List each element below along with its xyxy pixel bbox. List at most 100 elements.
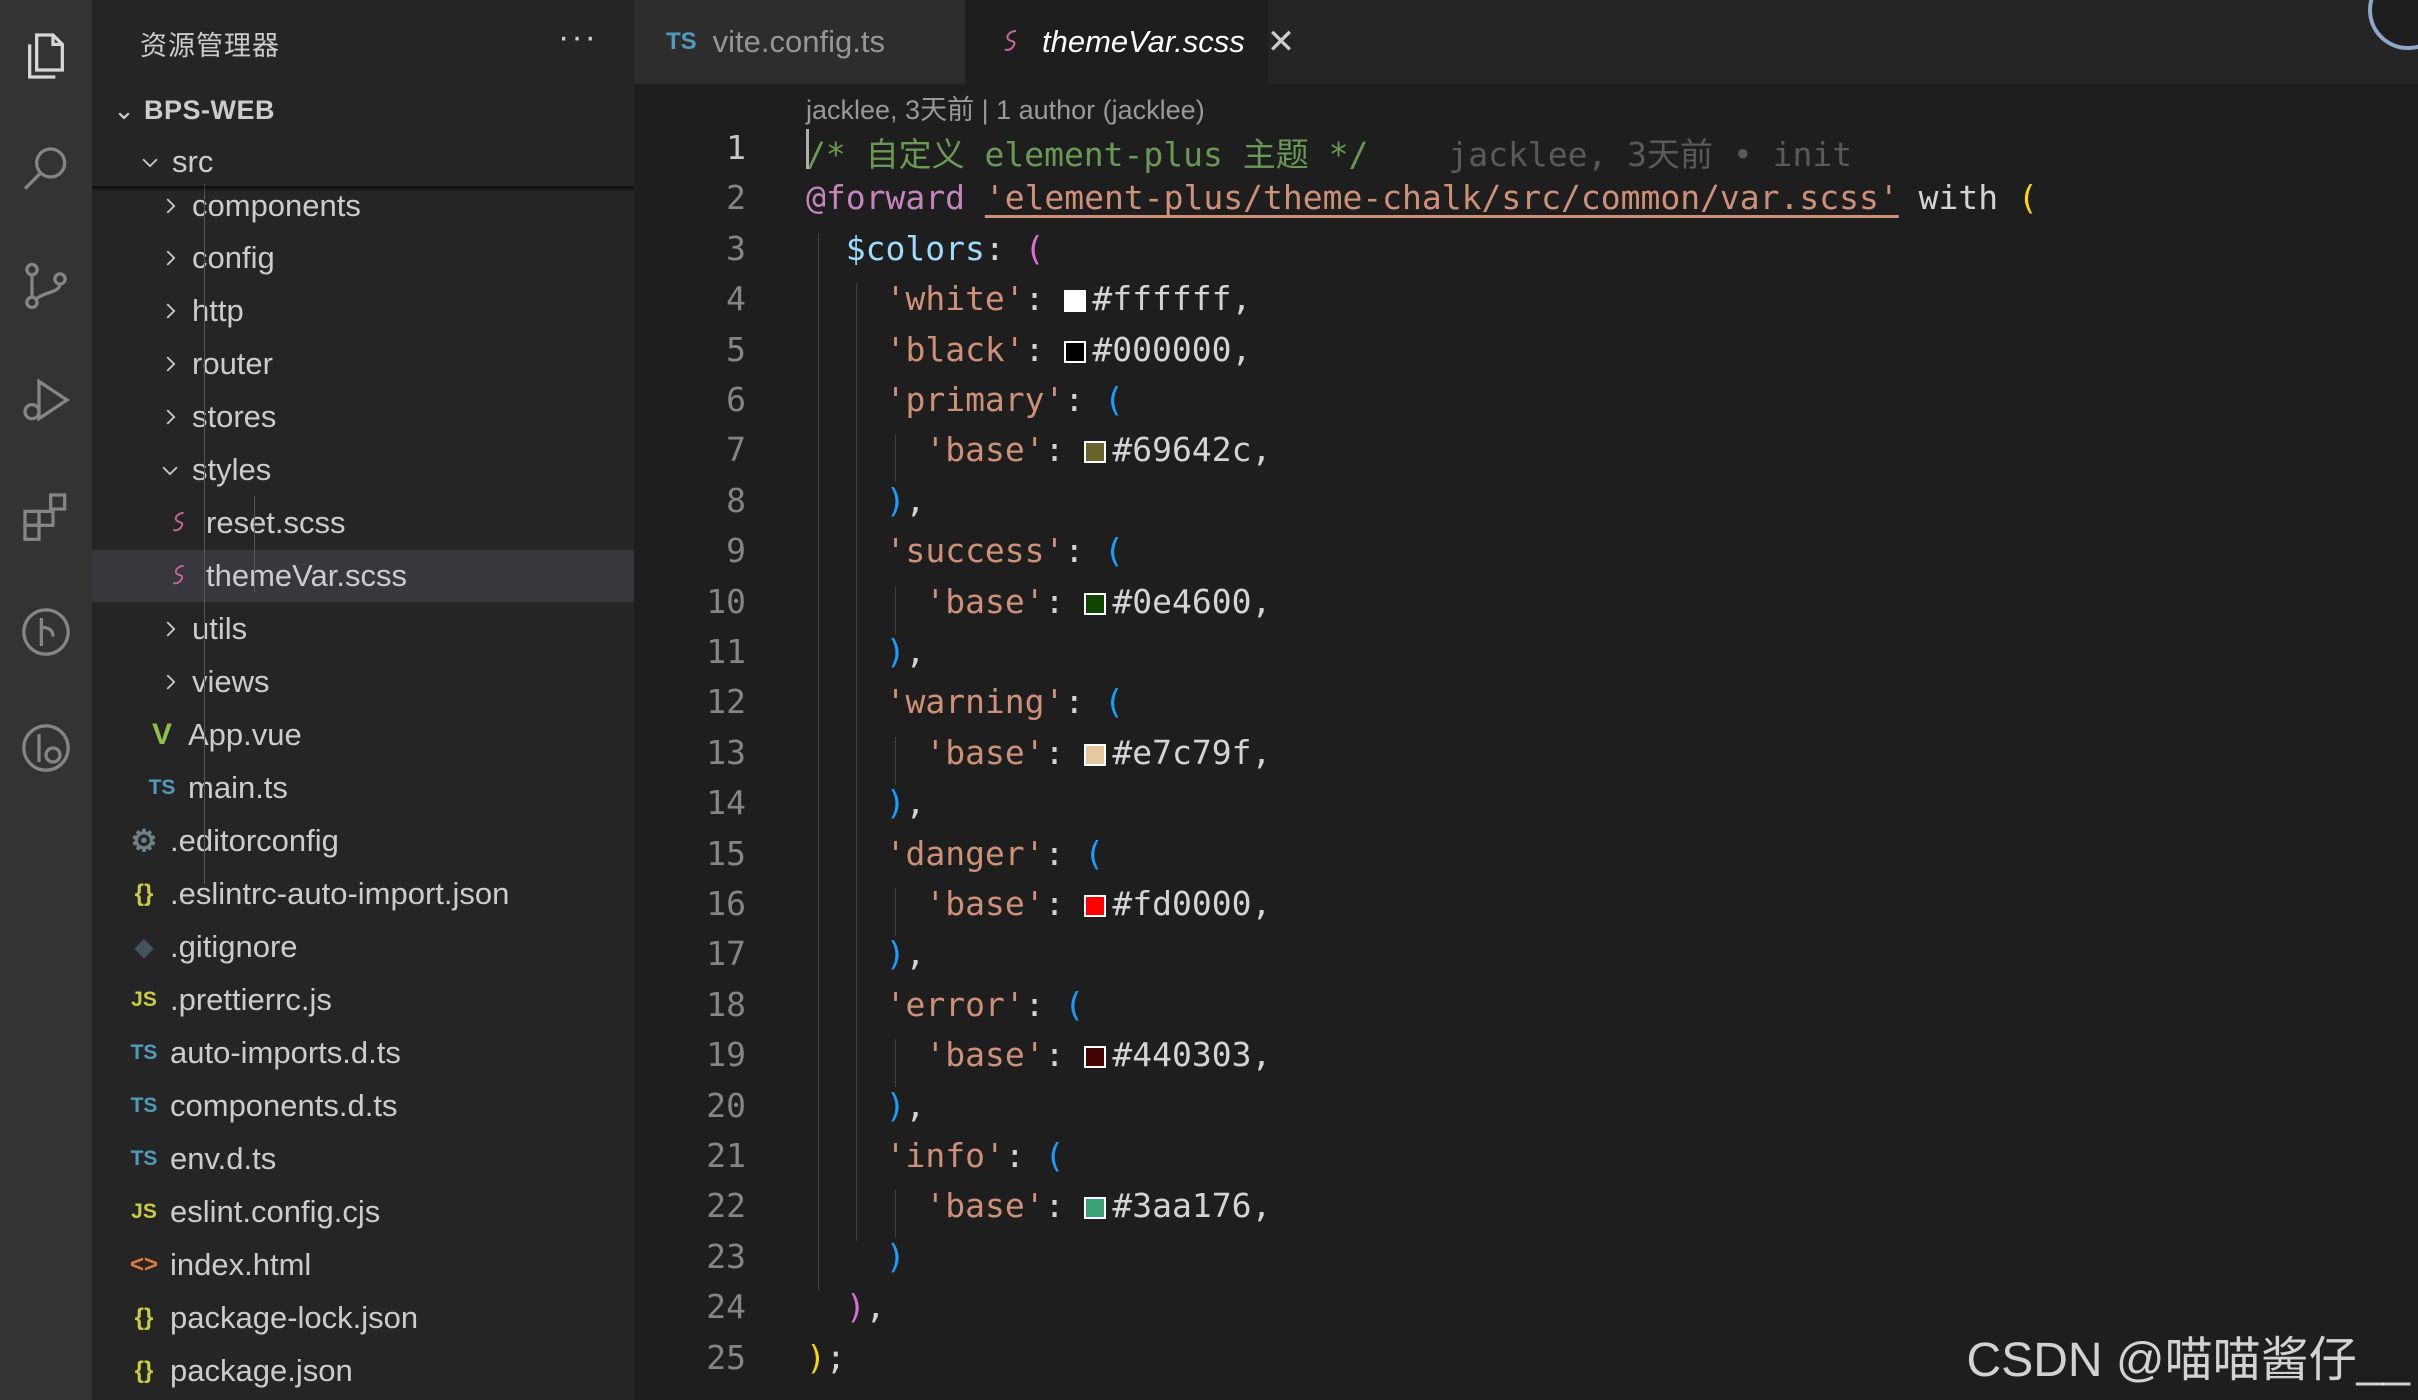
code-line[interactable]: 'white': #ffffff,	[886, 279, 1252, 318]
color-swatch[interactable]	[1084, 1197, 1107, 1220]
project-name: BPS-WEB	[144, 94, 275, 125]
explorer-files-icon[interactable]	[0, 16, 92, 96]
line-number: 1	[726, 128, 746, 167]
tree-item[interactable]: http	[92, 285, 634, 337]
line-number: 4	[726, 279, 746, 319]
chevron-right-icon	[152, 195, 188, 217]
chevron-down-icon	[152, 459, 188, 481]
code-line[interactable]: );	[806, 1338, 846, 1377]
tree-item[interactable]: ◆ .gitignore	[92, 921, 634, 973]
ts-icon: TS	[130, 1041, 158, 1064]
code-bracket: )	[845, 1287, 866, 1327]
tree-item[interactable]: views	[92, 656, 634, 708]
code-line[interactable]: $colors: (	[846, 229, 1045, 268]
code-line[interactable]: ),	[886, 783, 926, 822]
color-swatch[interactable]	[1064, 290, 1087, 313]
code-string-key: 'info'	[885, 1136, 1005, 1175]
code-line[interactable]: 'warning': (	[886, 682, 1124, 721]
code-line[interactable]: @forward 'element-plus/theme-chalk/src/c…	[806, 178, 2038, 217]
code-punctuation: :	[1004, 1136, 1025, 1175]
code-line[interactable]: 'success': (	[886, 531, 1124, 570]
code-line[interactable]: 'base': #69642c,	[925, 430, 1271, 469]
run-debug-icon[interactable]	[0, 360, 92, 440]
code-line[interactable]: 'primary': (	[886, 380, 1124, 419]
js-icon: JS	[131, 988, 157, 1011]
line-number: 21	[706, 1136, 746, 1175]
code-line[interactable]: 'base': #440303,	[925, 1035, 1271, 1074]
code-line[interactable]: ),	[886, 1086, 926, 1125]
code-line[interactable]: ),	[886, 632, 926, 671]
tree-item[interactable]: reset.scss	[92, 497, 634, 549]
project-section-header[interactable]: ⌄ BPS-WEB	[92, 86, 634, 134]
color-swatch[interactable]	[1084, 895, 1107, 917]
color-swatch[interactable]	[1064, 340, 1087, 363]
json-icon: {}	[134, 1357, 154, 1384]
tree-item[interactable]: config	[92, 232, 634, 284]
code-line[interactable]: 'black': #000000,	[886, 330, 1252, 369]
tree-item[interactable]: {} package.json	[92, 1345, 634, 1397]
indent-guide	[895, 736, 897, 785]
color-swatch[interactable]	[1084, 441, 1107, 464]
code-line[interactable]: 'error': (	[886, 985, 1085, 1024]
code-line[interactable]: 'base': #3aa176,	[925, 1186, 1271, 1225]
avatar[interactable]	[2368, 0, 2418, 50]
code-line[interactable]: 'info': (	[886, 1136, 1065, 1175]
code-bracket: (	[1064, 984, 1085, 1024]
color-swatch[interactable]	[1084, 743, 1107, 766]
tree-item[interactable]: JS eslint.config.cjs	[92, 1186, 634, 1238]
color-swatch[interactable]	[1084, 592, 1107, 615]
code-line[interactable]: 'danger': (	[886, 834, 1105, 873]
tree-item[interactable]: TS main.ts	[92, 762, 634, 814]
tree-item[interactable]: {} package-lock.json	[92, 1292, 634, 1344]
code-punctuation: ,	[1251, 1035, 1272, 1075]
tab-vite-config[interactable]: TS vite.config.ts	[634, 0, 964, 84]
code-line[interactable]: ),	[846, 1287, 886, 1326]
code-string-key: 'error'	[885, 984, 1025, 1024]
indent-guide	[895, 1190, 897, 1239]
code-color-value: #000000	[1092, 329, 1232, 369]
tree-item[interactable]: utils	[92, 603, 634, 655]
code-editor[interactable]: jacklee, 3天前 | 1 author (jacklee) 1 /* 自定…	[634, 84, 2418, 1400]
code-line[interactable]: 'base': #fd0000,	[925, 884, 1271, 923]
tree-item[interactable]: TS env.d.ts	[92, 1133, 634, 1185]
code-line[interactable]: /* 自定义 element-plus 主题 */ jacklee, 3天前 • …	[806, 128, 1852, 176]
code-line[interactable]: 'base': #e7c79f,	[925, 733, 1271, 772]
codelens-authors[interactable]: jacklee, 3天前 | 1 author (jacklee)	[806, 88, 1205, 127]
tree-item[interactable]: V App.vue	[92, 709, 634, 761]
code-line[interactable]: 'base': #0e4600,	[925, 582, 1271, 621]
code-punctuation: :	[1044, 884, 1065, 923]
source-control-icon[interactable]	[0, 246, 92, 326]
tree-item[interactable]: styles	[92, 444, 634, 496]
git-graph-icon[interactable]	[0, 592, 92, 672]
sass-icon	[158, 562, 202, 590]
tab-themevar-scss[interactable]: themeVar.scss ✕	[966, 0, 1295, 84]
tree-item[interactable]: ⚙ .editorconfig	[92, 815, 634, 867]
indent-guide	[895, 434, 897, 483]
line-number: 13	[706, 732, 746, 772]
code-module-path: 'element-plus/theme-chalk/src/common/var…	[984, 178, 1899, 218]
tree-item[interactable]: TS components.d.ts	[92, 1080, 634, 1132]
code-keyword: @forward	[806, 178, 965, 218]
close-icon[interactable]: ✕	[1267, 22, 1296, 62]
code-punctuation: ,	[905, 480, 926, 520]
code-punctuation: ,	[905, 934, 926, 974]
tree-item[interactable]: <> index.html	[92, 1239, 634, 1291]
code-line[interactable]: )	[886, 1237, 906, 1276]
gitlens-icon[interactable]	[0, 708, 92, 788]
extensions-icon[interactable]	[0, 476, 92, 556]
tree-item[interactable]: stores	[92, 391, 634, 443]
color-swatch[interactable]	[1084, 1046, 1107, 1069]
tree-item[interactable]: JS .prettierrc.js	[92, 974, 634, 1026]
line-number: 11	[706, 632, 746, 671]
code-line[interactable]: ),	[886, 934, 926, 973]
search-icon[interactable]	[0, 130, 92, 210]
tree-item-label: src	[172, 144, 214, 179]
tree-item[interactable]: TS auto-imports.d.ts	[92, 1027, 634, 1079]
code-line[interactable]: ),	[886, 481, 926, 520]
more-actions-icon[interactable]: ···	[558, 18, 598, 57]
tree-item[interactable]: themeVar.scss	[92, 550, 634, 602]
tree-item-label: reset.scss	[206, 505, 346, 540]
code-punctuation: :	[984, 228, 1005, 268]
tree-item[interactable]: {} .eslintrc-auto-import.json	[92, 868, 634, 920]
tree-item[interactable]: router	[92, 338, 634, 390]
